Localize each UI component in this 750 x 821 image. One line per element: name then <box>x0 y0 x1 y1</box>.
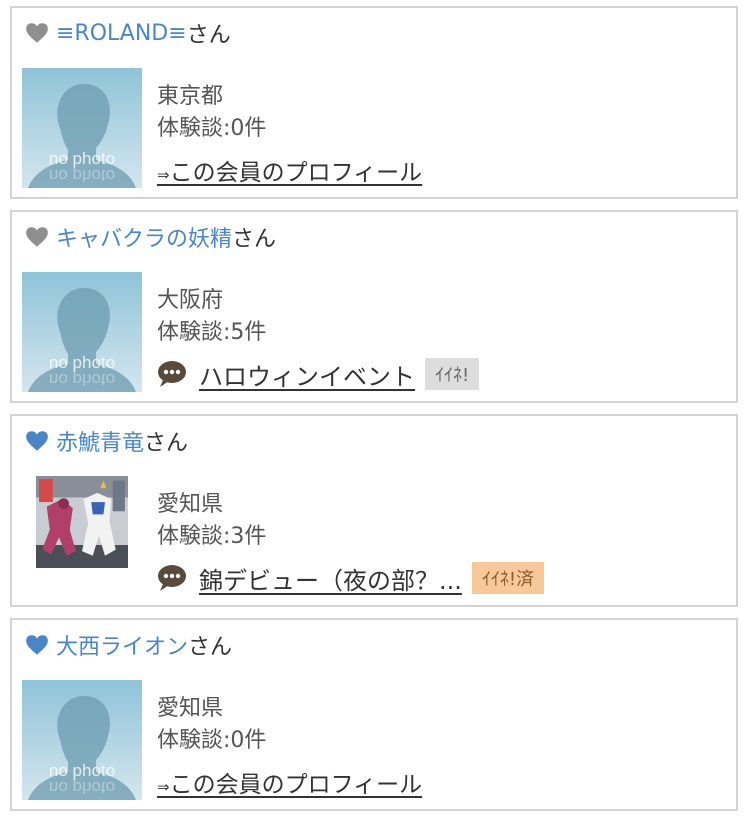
member-header: 赤鯱青竜 さん <box>24 426 188 456</box>
member-header: 大西ライオン さん <box>24 630 232 660</box>
member-name-link[interactable]: 大西ライオン <box>56 629 188 661</box>
heart-icon[interactable] <box>24 632 50 658</box>
prefecture: 愛知県 <box>157 696 224 721</box>
profile-link[interactable]: ⇒この会員のプロフィール <box>157 765 422 799</box>
review-count: 体験談:0件 <box>157 116 267 141</box>
honorific: さん <box>144 431 189 456</box>
heart-icon[interactable] <box>24 20 50 46</box>
member-header: キャバクラの妖精 さん <box>24 222 276 252</box>
profile-link-label: この会員のプロフィール <box>169 160 423 186</box>
heart-icon[interactable] <box>24 224 50 250</box>
speech-bubble-icon <box>157 360 187 388</box>
member-card: 赤鯱青竜 さん 愛知県 体験談:3件 錦デビュー（夜の部？... ｲｲﾈ!済 <box>10 414 738 607</box>
prefecture: 愛知県 <box>157 492 224 517</box>
liked-badge[interactable]: ｲｲﾈ!済 <box>471 562 545 594</box>
prefecture: 東京都 <box>157 84 224 109</box>
no-photo-avatar[interactable] <box>22 68 142 188</box>
speech-bubble-icon <box>157 564 187 592</box>
review-count: 体験談:5件 <box>157 320 267 345</box>
no-photo-avatar[interactable] <box>22 272 142 392</box>
member-card: キャバクラの妖精 さん 大阪府 体験談:5件 ハロウィンイベント ｲｲﾈ! <box>10 210 738 403</box>
member-card: ≡ROLAND≡ さん 東京都 体験談:0件 ⇒この会員のプロフィール <box>10 6 738 199</box>
profile-link[interactable]: ⇒この会員のプロフィール <box>157 153 422 187</box>
profile-link-row: ⇒この会員のプロフィール <box>157 154 422 186</box>
profile-link-label: この会員のプロフィール <box>169 772 423 798</box>
heart-icon[interactable] <box>24 428 50 454</box>
prefecture: 大阪府 <box>157 288 224 313</box>
honorific: さん <box>188 635 233 660</box>
review-count: 体験談:3件 <box>157 524 267 549</box>
no-photo-avatar[interactable] <box>22 680 142 800</box>
member-name-link[interactable]: 赤鯱青竜 <box>56 425 144 457</box>
member-card: 大西ライオン さん 愛知県 体験談:0件 ⇒この会員のプロフィール <box>10 618 738 811</box>
arrow-icon: ⇒ <box>157 778 170 796</box>
review-count: 体験談:0件 <box>157 728 267 753</box>
honorific: さん <box>232 227 277 252</box>
like-button[interactable]: ｲｲﾈ! <box>425 358 480 390</box>
member-name-link[interactable]: ≡ROLAND≡ <box>56 21 187 46</box>
member-name-link[interactable]: キャバクラの妖精 <box>56 221 232 253</box>
profile-link-row: ⇒この会員のプロフィール <box>157 766 422 798</box>
honorific: さん <box>186 23 231 48</box>
member-header: ≡ROLAND≡ さん <box>24 18 231 48</box>
review-title-link[interactable]: 錦デビュー（夜の部？... <box>199 561 462 596</box>
review-row: ハロウィンイベント ｲｲﾈ! <box>157 357 480 392</box>
member-photo[interactable] <box>22 476 142 568</box>
review-title-link[interactable]: ハロウィンイベント <box>199 357 415 392</box>
arrow-icon: ⇒ <box>157 166 170 184</box>
review-row: 錦デビュー（夜の部？... ｲｲﾈ!済 <box>157 561 545 596</box>
